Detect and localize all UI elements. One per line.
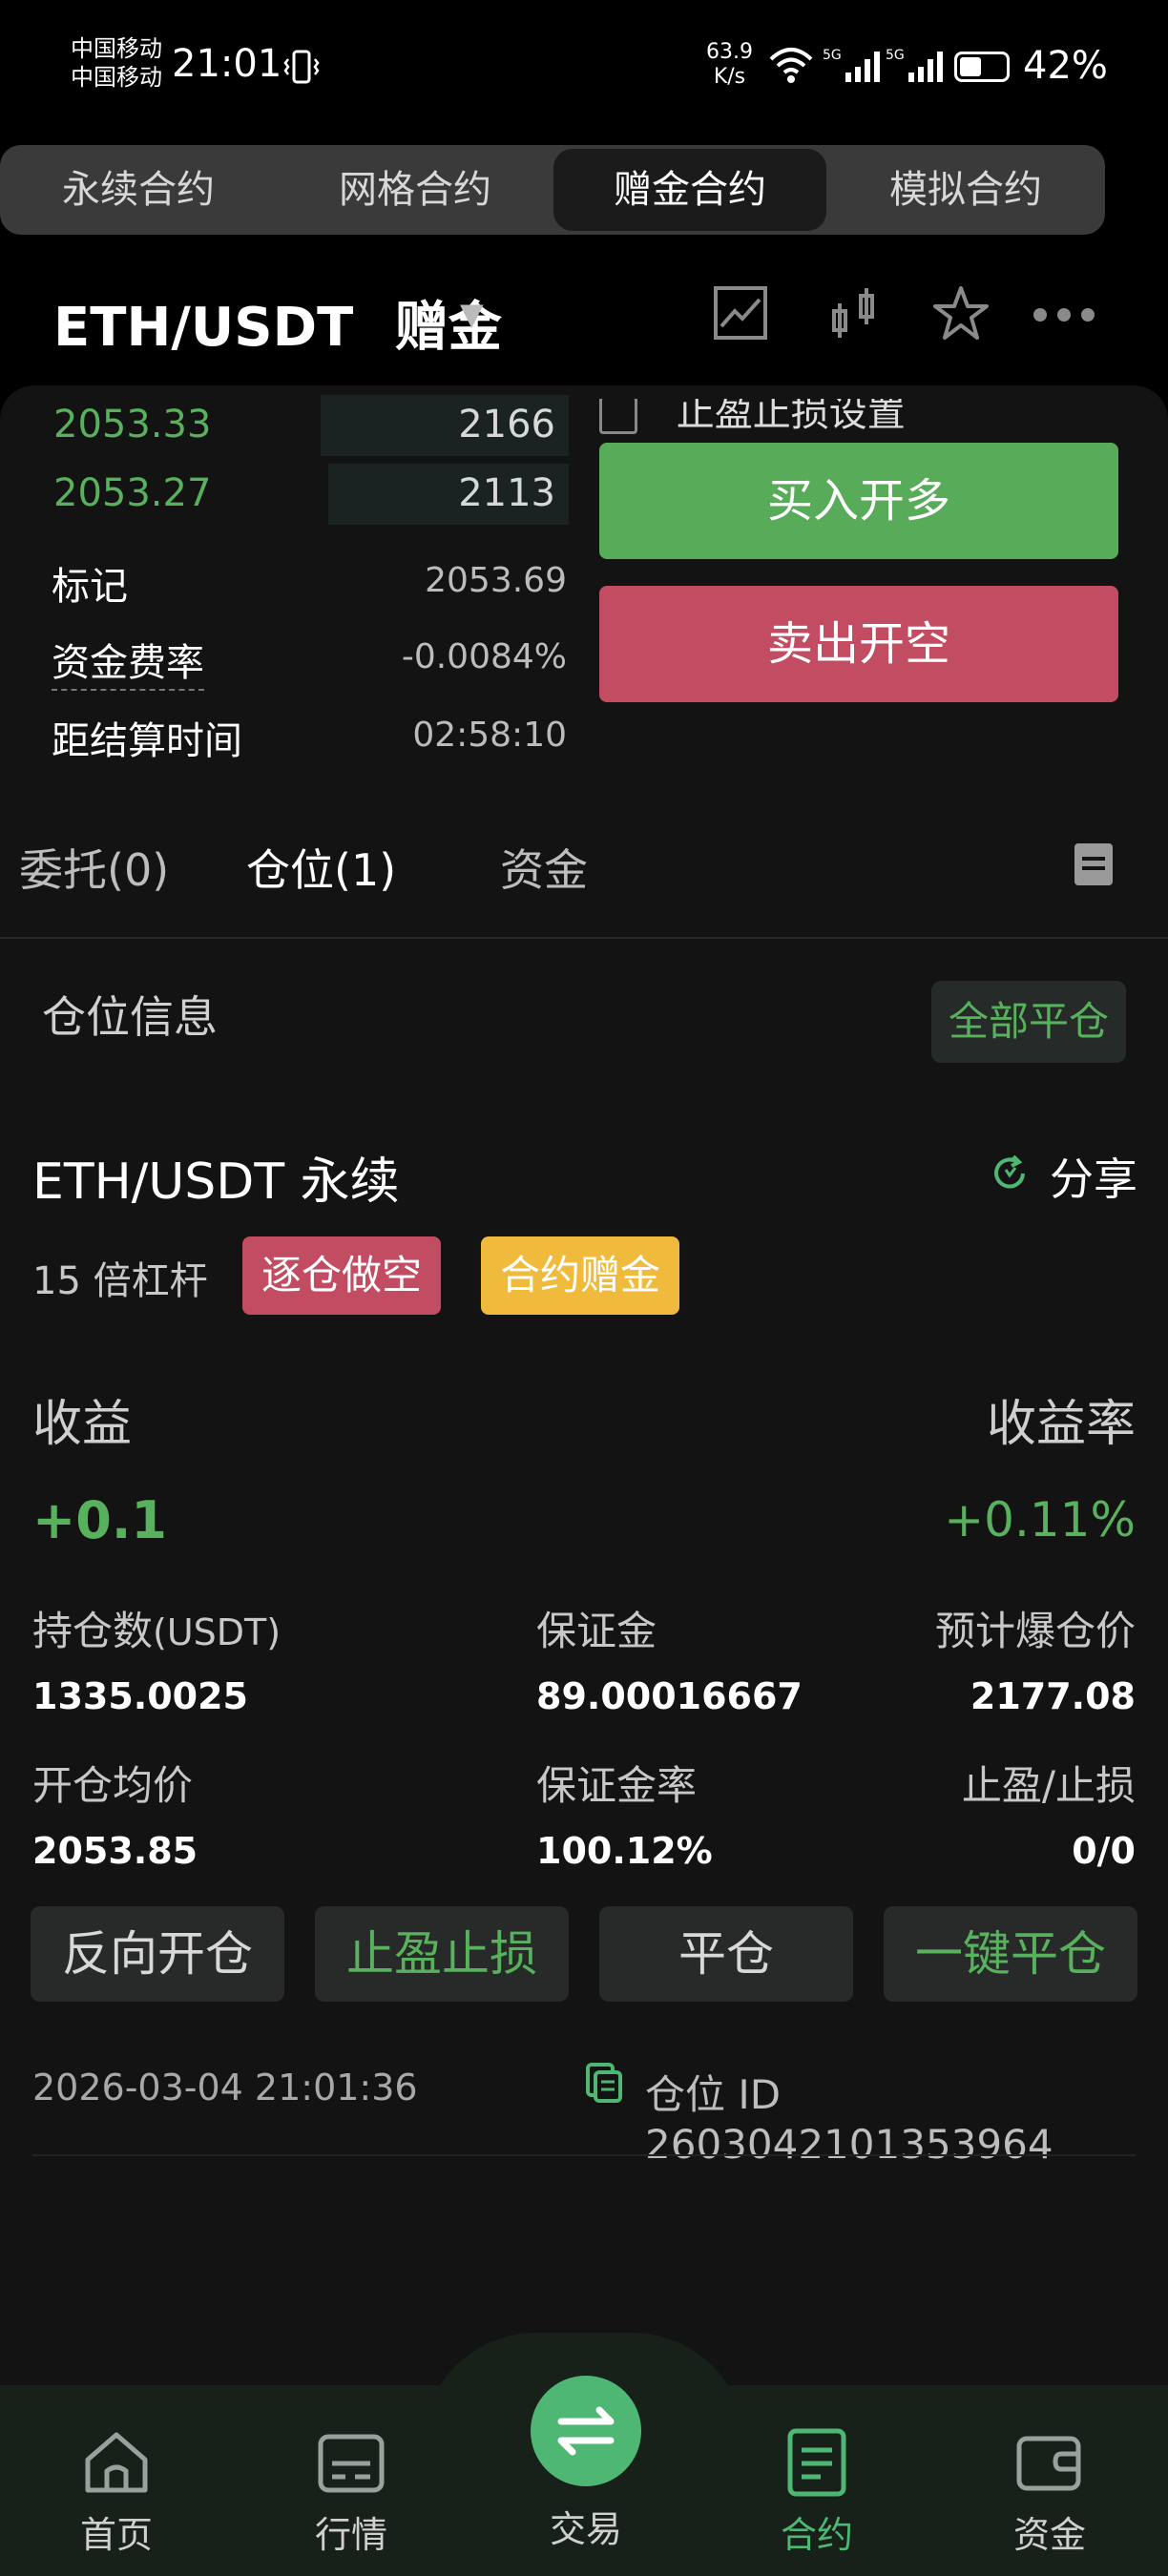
margin-ratio-label: 保证金率 bbox=[536, 1762, 698, 1809]
pair-selector[interactable]: ETH/USDT 赠金 bbox=[53, 284, 502, 362]
close-position-button[interactable]: 平仓 bbox=[599, 1906, 853, 2002]
margin-ratio-value: 100.12% bbox=[536, 1830, 713, 1872]
tpsl-label: 止盈/止损 bbox=[961, 1762, 1136, 1809]
tag-contract-bonus: 合约赠金 bbox=[481, 1236, 680, 1315]
wifi-icon bbox=[767, 44, 815, 90]
leverage-label: 15 倍杠杆 bbox=[32, 1259, 208, 1303]
svg-text:5G: 5G bbox=[886, 48, 905, 63]
funding-rate-label[interactable]: 资金费率 bbox=[52, 632, 204, 691]
document-icon[interactable] bbox=[1074, 843, 1113, 889]
nav-market[interactable]: 行情 bbox=[275, 2423, 428, 2558]
one-click-close-button[interactable]: 一键平仓 bbox=[884, 1906, 1137, 2002]
nav-home-label: 首页 bbox=[79, 2514, 153, 2556]
liquidation-price-label: 预计爆仓价 bbox=[934, 1608, 1136, 1654]
tab-orders[interactable]: 委托(0) bbox=[19, 836, 169, 899]
svg-text:5G: 5G bbox=[823, 48, 842, 63]
tpsl-value: 0/0 bbox=[1072, 1830, 1136, 1872]
caret-down-icon[interactable]: ▼ bbox=[460, 296, 484, 332]
position-info-title: 仓位信息 bbox=[42, 991, 218, 1043]
market-icon bbox=[318, 2434, 385, 2493]
tab-perpetual[interactable]: 永续合约 bbox=[0, 145, 277, 235]
nav-contract-label: 合约 bbox=[780, 2514, 853, 2556]
position-timestamp: 2026-03-04 21:01:36 bbox=[32, 2067, 418, 2109]
buy-long-button[interactable]: 买入开多 bbox=[599, 443, 1118, 559]
position-size-value: 1335.0025 bbox=[32, 1675, 248, 1717]
share-icon[interactable] bbox=[989, 1153, 1031, 1198]
reverse-position-button[interactable]: 反向开仓 bbox=[31, 1906, 284, 2002]
pnl-value: +0.1 bbox=[32, 1490, 167, 1550]
sell-short-button[interactable]: 卖出开空 bbox=[599, 586, 1118, 702]
roe-value: +0.11% bbox=[944, 1492, 1136, 1548]
nav-contract[interactable]: 合约 bbox=[740, 2423, 893, 2558]
star-icon[interactable] bbox=[931, 284, 994, 347]
carrier-line-1: 中国移动 bbox=[71, 35, 162, 62]
nav-market-label: 行情 bbox=[314, 2514, 387, 2556]
orderbook-price: 2053.33 bbox=[53, 403, 212, 447]
position-size-label-text: 持仓数 bbox=[32, 1608, 154, 1654]
tab-positions[interactable]: 仓位(1) bbox=[246, 836, 396, 899]
nav-wallet-label: 资金 bbox=[1012, 2514, 1086, 2556]
share-button[interactable]: 分享 bbox=[1050, 1145, 1137, 1208]
position-id[interactable]: 仓位 ID 2603042101353964 bbox=[645, 2063, 1168, 2168]
position-symbol: ETH/USDT 永续 bbox=[32, 1153, 400, 1211]
pair-mode: 赠金 bbox=[394, 297, 502, 359]
mark-price-value: 2053.69 bbox=[425, 561, 567, 600]
candlestick-icon[interactable] bbox=[826, 284, 889, 347]
margin-label: 保证金 bbox=[536, 1608, 657, 1654]
contract-type-tabs: 永续合约 网格合约 赠金合约 模拟合约 bbox=[0, 145, 1105, 235]
pnl-label: 收益 bbox=[32, 1396, 133, 1453]
orderbook-row[interactable]: 2053.27 2113 bbox=[53, 464, 569, 525]
position-id-value: 2603042101353964 bbox=[645, 2121, 1053, 2168]
swap-icon[interactable] bbox=[531, 2376, 641, 2486]
tab-bonus[interactable]: 赠金合约 bbox=[553, 149, 826, 231]
mark-price-label: 标记 bbox=[52, 565, 128, 609]
copy-icon[interactable] bbox=[584, 2061, 624, 2109]
tab-grid[interactable]: 网格合约 bbox=[277, 145, 553, 235]
wallet-icon bbox=[1016, 2436, 1081, 2491]
orderbook-row[interactable]: 2053.33 2166 bbox=[53, 395, 569, 456]
net-speed-unit: K/s bbox=[713, 65, 746, 89]
signal-2-icon: 5G bbox=[886, 46, 956, 88]
card-divider bbox=[32, 2154, 1136, 2156]
more-icon[interactable] bbox=[1031, 303, 1095, 366]
close-all-positions-button[interactable]: 全部平仓 bbox=[931, 981, 1126, 1063]
funding-rate-value: -0.0084% bbox=[401, 637, 567, 676]
entry-price-value: 2053.85 bbox=[32, 1830, 198, 1872]
battery-icon bbox=[954, 52, 1010, 82]
liquidation-price-value: 2177.08 bbox=[970, 1675, 1136, 1717]
position-size-label: 持仓数(USDT) bbox=[32, 1599, 281, 1657]
position-size-unit: (USDT) bbox=[153, 1611, 282, 1653]
net-speed-value: 63.9 bbox=[706, 40, 753, 64]
settlement-time-label: 距结算时间 bbox=[52, 719, 242, 763]
orderbook-qty: 2113 bbox=[458, 471, 555, 515]
nav-home[interactable]: 首页 bbox=[40, 2423, 193, 2558]
roe-label: 收益率 bbox=[986, 1396, 1136, 1453]
tpsl-button[interactable]: 止盈止损 bbox=[315, 1906, 569, 2002]
orderbook-qty: 2166 bbox=[458, 403, 555, 447]
tpsl-checkbox[interactable] bbox=[599, 399, 637, 434]
tab-funds[interactable]: 资金 bbox=[500, 836, 588, 899]
pair-name: ETH/USDT bbox=[53, 297, 354, 359]
margin-value: 89.00016667 bbox=[536, 1675, 803, 1717]
settlement-time-value: 02:58:10 bbox=[412, 716, 567, 755]
contract-icon bbox=[787, 2428, 846, 2497]
battery-percent: 42% bbox=[1023, 44, 1108, 88]
status-time: 21:01 bbox=[172, 42, 282, 86]
tab-demo[interactable]: 模拟合约 bbox=[826, 145, 1105, 235]
position-id-label: 仓位 ID bbox=[645, 2071, 782, 2118]
home-icon bbox=[85, 2432, 148, 2493]
section-divider bbox=[0, 937, 1168, 939]
vibrate-icon bbox=[282, 48, 321, 93]
nav-trade[interactable]: 交易 bbox=[510, 2500, 662, 2552]
carrier-info: 中国移动 中国移动 bbox=[71, 34, 162, 92]
nav-wallet[interactable]: 资金 bbox=[973, 2423, 1126, 2558]
signal-1-icon: 5G bbox=[823, 46, 893, 88]
entry-price-label: 开仓均价 bbox=[32, 1762, 194, 1809]
orderbook-price: 2053.27 bbox=[53, 471, 212, 515]
net-speed: 63.9 K/s bbox=[706, 40, 753, 90]
chart-line-icon[interactable] bbox=[712, 284, 775, 347]
tag-isolated-short: 逐仓做空 bbox=[242, 1236, 442, 1315]
carrier-line-2: 中国移动 bbox=[71, 64, 162, 91]
